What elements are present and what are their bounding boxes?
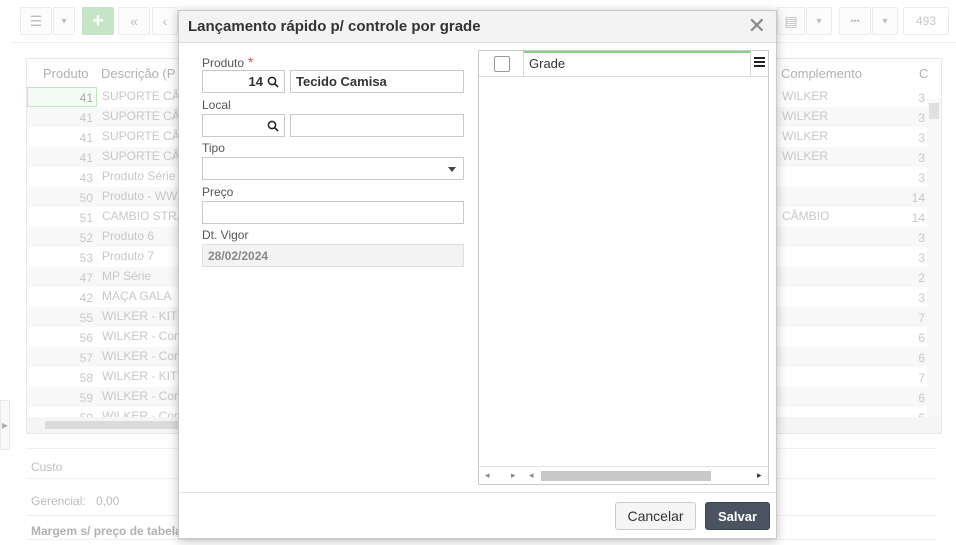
dialog-title: Lançamento rápido p/ controle por grade bbox=[188, 18, 481, 35]
dialog-footer: Cancelar Salvar bbox=[179, 492, 776, 538]
local-name-field[interactable] bbox=[290, 114, 464, 137]
close-icon[interactable]: ✕ bbox=[748, 14, 766, 38]
column-header-grade[interactable]: Grade bbox=[523, 51, 751, 77]
preco-field[interactable] bbox=[202, 201, 464, 224]
select-all-checkbox[interactable] bbox=[494, 56, 510, 72]
produto-label-text: Produto bbox=[202, 56, 245, 70]
grade-grid: Grade ◂ ▸ ◂ ▸ bbox=[478, 50, 769, 485]
produto-label: Produto * bbox=[202, 54, 253, 70]
scroll-left-icon[interactable]: ◂ bbox=[485, 470, 490, 481]
scroll-right-icon[interactable]: ▸ bbox=[757, 470, 762, 481]
produto-name-value: Tecido Camisa bbox=[296, 74, 387, 89]
column-menu-icon[interactable] bbox=[754, 57, 765, 67]
preco-label: Preço bbox=[202, 185, 234, 199]
vigor-date-value: 28/02/2024 bbox=[208, 248, 269, 263]
tipo-select[interactable] bbox=[202, 157, 464, 180]
scroll-right-icon[interactable]: ▸ bbox=[511, 470, 516, 481]
cancel-button[interactable]: Cancelar bbox=[615, 502, 696, 530]
search-icon[interactable] bbox=[267, 120, 279, 132]
cell-produto: 41 bbox=[79, 91, 93, 105]
tipo-label: Tipo bbox=[202, 141, 225, 155]
required-asterisk: * bbox=[248, 54, 254, 70]
scroll-left-icon[interactable]: ◂ bbox=[529, 470, 534, 481]
produto-code-field[interactable]: 14 bbox=[202, 70, 285, 93]
vigor-label: Dt. Vigor bbox=[202, 228, 249, 242]
local-code-field[interactable] bbox=[202, 114, 285, 137]
save-button[interactable]: Salvar bbox=[705, 502, 770, 530]
grade-grid-header: Grade bbox=[479, 51, 768, 77]
search-icon[interactable] bbox=[267, 76, 279, 88]
vigor-date-field: 28/02/2024 bbox=[202, 244, 464, 267]
dialog-header: Lançamento rápido p/ controle por grade … bbox=[179, 11, 776, 43]
produto-code-value: 14 bbox=[248, 74, 263, 89]
grade-grid-horizontal-scrollbar[interactable]: ◂ ▸ ◂ ▸ bbox=[479, 466, 768, 484]
local-label: Local bbox=[202, 98, 231, 112]
scrollbar-thumb[interactable] bbox=[541, 471, 711, 481]
quick-entry-dialog: Lançamento rápido p/ controle por grade … bbox=[178, 10, 777, 539]
chevron-down-icon bbox=[448, 167, 456, 172]
produto-name-field[interactable]: Tecido Camisa bbox=[290, 70, 464, 93]
column-header-grade-label: Grade bbox=[529, 56, 566, 71]
